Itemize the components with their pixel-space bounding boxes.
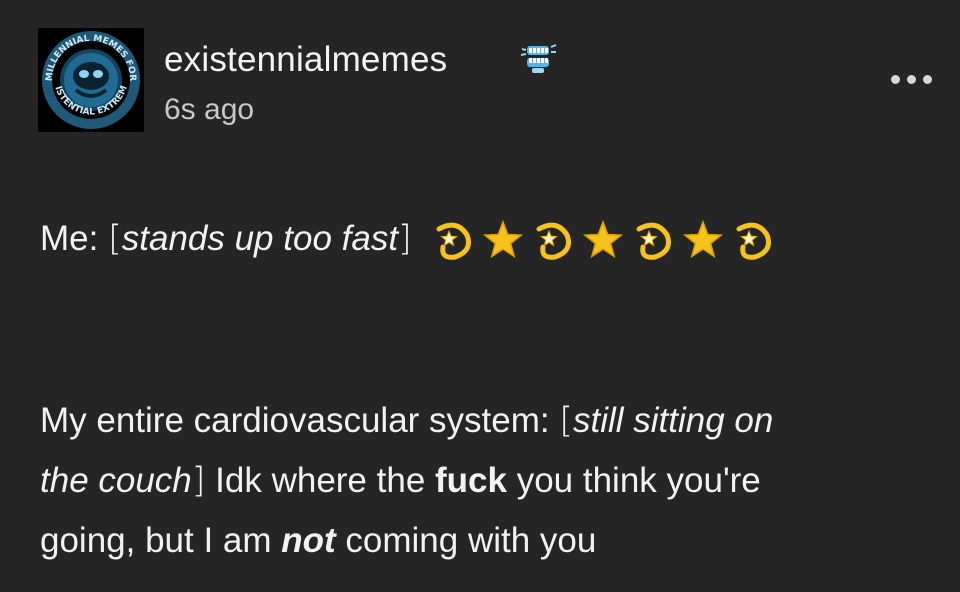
post-timestamp: 6s ago xyxy=(164,93,255,126)
dizzy-icon xyxy=(636,222,672,260)
bracket-close: ] xyxy=(191,461,206,501)
emphasis-bold-italic: not xyxy=(281,521,336,560)
body-text: going, but I am xyxy=(40,521,282,560)
bracket-open: [ xyxy=(559,401,573,441)
more-dots-icon xyxy=(907,75,916,84)
chattering-teeth-icon xyxy=(520,41,558,75)
speaker-label: Me: xyxy=(40,219,99,258)
star-icon xyxy=(483,219,524,258)
more-options-button[interactable] xyxy=(889,68,935,90)
bracket-open: [ xyxy=(108,219,122,259)
tumblr-post: MILLENNIAL MEMES FOR EXISTENTIAL EXTREME… xyxy=(0,0,960,592)
post-body-line-2: My entire cardiovascular system: [still … xyxy=(40,392,773,450)
post-body-line-3: the couch] Idk where the fuck you think … xyxy=(40,452,761,510)
dizzy-icon xyxy=(436,222,472,260)
stage-direction: still sitting on xyxy=(573,401,774,440)
star-icon xyxy=(583,219,624,258)
stage-direction: the couch xyxy=(40,461,192,500)
body-text: coming with you xyxy=(335,521,597,560)
emoji-sequence xyxy=(431,219,801,263)
body-text: Idk where the xyxy=(205,461,436,500)
post-body-line-4: going, but I am not coming with you xyxy=(40,512,596,569)
speaker-label: My entire cardiovascular system: xyxy=(40,401,550,440)
dizzy-icon xyxy=(536,222,572,260)
post-body-line-1: Me: [stands up too fast] xyxy=(40,210,801,268)
dizzy-icon xyxy=(736,222,772,260)
more-dots-icon xyxy=(891,75,900,84)
body-text: you think you're xyxy=(506,461,761,500)
avatar-image: MILLENNIAL MEMES FOR EXISTENTIAL EXTREME… xyxy=(38,28,144,132)
star-icon xyxy=(683,219,724,258)
more-dots-icon xyxy=(923,75,932,84)
emphasis-bold: fuck xyxy=(435,461,507,500)
username-link[interactable]: existennialmemes xyxy=(164,40,447,80)
bracket-close: ] xyxy=(398,219,412,259)
stage-direction: stands up too fast xyxy=(121,219,399,258)
avatar[interactable]: MILLENNIAL MEMES FOR EXISTENTIAL EXTREME… xyxy=(38,28,144,132)
